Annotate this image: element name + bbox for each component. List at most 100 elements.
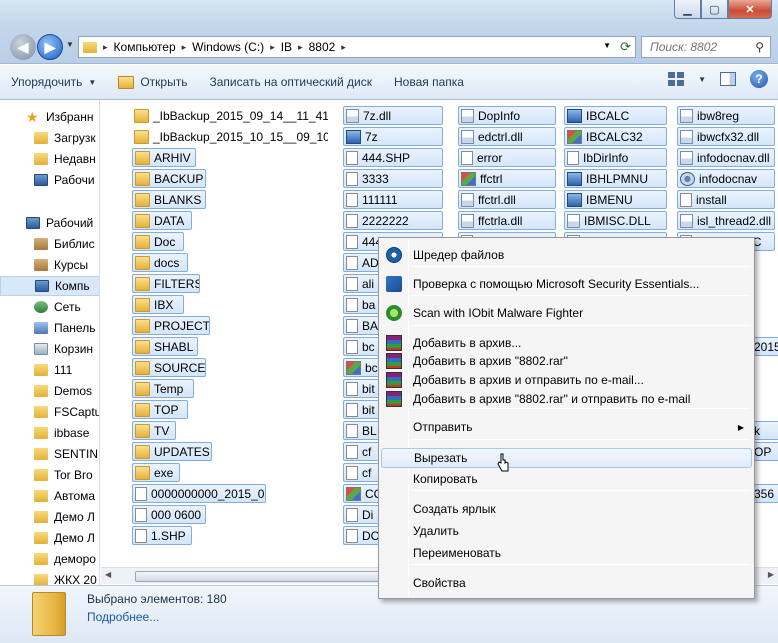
file-item[interactable]: IBCALC32 xyxy=(564,127,667,146)
context-menu-item[interactable]: Добавить в архив и отправить по e-mail..… xyxy=(381,370,752,390)
file-item[interactable]: 444.SHP xyxy=(343,148,443,167)
search-icon[interactable]: ⚲ xyxy=(755,40,764,54)
file-item[interactable]: isl_thread2.dll xyxy=(677,211,775,230)
file-item[interactable]: _IbBackup_2015_10_15__09_10_28 xyxy=(132,127,328,146)
file-item[interactable]: IBCALC xyxy=(564,106,667,125)
nav-item[interactable]: Рабочий xyxy=(0,213,99,233)
file-item[interactable]: ARHIV xyxy=(132,148,196,167)
nav-item[interactable]: деморо xyxy=(0,549,99,569)
file-item[interactable]: ffctrl.dll xyxy=(458,190,556,209)
breadcrumb-separator[interactable]: ▸ xyxy=(270,42,275,53)
file-item[interactable]: 2222222 xyxy=(343,211,443,230)
burn-button[interactable]: Записать на оптический диск xyxy=(198,69,383,95)
nav-item[interactable]: Корзин xyxy=(0,339,99,359)
file-item[interactable]: 111111 xyxy=(343,190,443,209)
file-item[interactable]: IBHLPMNU xyxy=(564,169,667,188)
context-menu-item[interactable]: Добавить в архив "8802.rar" xyxy=(381,351,752,371)
scroll-right-icon[interactable]: ▶ xyxy=(768,570,774,579)
back-button[interactable]: ◀ xyxy=(10,34,36,60)
nav-item[interactable]: FSCaptu xyxy=(0,402,99,422)
nav-item[interactable]: Demos xyxy=(0,381,99,401)
nav-item[interactable]: SENTIN xyxy=(0,444,99,464)
file-item[interactable]: docs xyxy=(132,253,188,272)
file-item[interactable]: IBX xyxy=(132,295,184,314)
file-item[interactable]: Temp xyxy=(132,379,194,398)
context-menu-item[interactable]: Проверка с помощью Microsoft Security Es… xyxy=(381,274,752,294)
nav-item[interactable]: Недавн xyxy=(0,149,99,169)
breadcrumb-computer[interactable]: Компьютер xyxy=(114,40,176,54)
file-item[interactable]: UPDATES xyxy=(132,442,212,461)
organize-button[interactable]: Упорядочить ▼ xyxy=(0,69,107,95)
nav-item[interactable]: 111 xyxy=(0,360,99,380)
nav-item[interactable]: ЖКХ 20 xyxy=(0,570,99,585)
context-menu-item[interactable]: Scan with IObit Malware Fighter xyxy=(381,303,752,323)
forward-button[interactable]: ▶ xyxy=(37,34,63,60)
file-item[interactable]: BACKUP xyxy=(132,169,206,188)
context-menu-item[interactable]: Добавить в архив "8802.rar" и отправить … xyxy=(381,389,752,409)
help-icon[interactable]: ? xyxy=(750,70,768,88)
file-item[interactable]: 2015 xyxy=(751,337,778,356)
file-item[interactable]: SOURCE xyxy=(132,358,206,377)
file-item[interactable]: install xyxy=(677,190,775,209)
new-folder-button[interactable]: Новая папка xyxy=(383,69,475,95)
file-item[interactable]: 7z.dll xyxy=(343,106,443,125)
nav-item[interactable]: ★ Избранн xyxy=(0,107,99,127)
file-item[interactable]: _IbBackup_2015_09_14__11_41_36 xyxy=(132,106,328,125)
file-item[interactable]: FILTERS xyxy=(132,274,200,293)
nav-item[interactable]: ibbase xyxy=(0,423,99,443)
minimize-button[interactable]: ▁ xyxy=(674,0,701,19)
file-item[interactable]: PROJECT xyxy=(132,316,210,335)
address-bar[interactable]: ▸ Компьютер ▸ Windows (C:) ▸ IB ▸ 8802 ▸… xyxy=(78,36,636,58)
context-menu-item[interactable]: Вырезать xyxy=(381,448,752,468)
file-item[interactable]: IbDirInfo xyxy=(564,148,667,167)
nav-item[interactable]: Панель xyxy=(0,318,99,338)
file-item[interactable]: ffctrl xyxy=(458,169,556,188)
breadcrumb-separator[interactable]: ▸ xyxy=(103,42,108,53)
file-item[interactable]: SHABL xyxy=(132,337,198,356)
nav-item[interactable]: Демо Л xyxy=(0,507,99,527)
breadcrumb-8802[interactable]: 8802 xyxy=(309,40,336,54)
file-item[interactable]: exe xyxy=(132,463,180,482)
file-item[interactable]: infodocnav xyxy=(677,169,775,188)
refresh-icon[interactable]: ⟳ xyxy=(620,39,631,55)
open-button[interactable]: Открыть xyxy=(107,69,198,95)
search-box[interactable]: ⚲ xyxy=(641,36,771,58)
breadcrumb-separator[interactable]: ▸ xyxy=(182,42,187,53)
file-item[interactable]: OP xyxy=(751,442,778,461)
nav-item[interactable]: Рабочи xyxy=(0,170,99,190)
file-item[interactable]: TV xyxy=(132,421,176,440)
file-item[interactable]: 356 xyxy=(751,484,778,503)
close-button[interactable]: ✕ xyxy=(728,0,772,19)
file-item[interactable]: ffctrla.dll xyxy=(458,211,556,230)
context-menu-item[interactable]: Создать ярлык xyxy=(381,499,752,519)
nav-item[interactable]: Компь xyxy=(0,276,99,296)
file-item[interactable]: 000 0600 xyxy=(132,505,206,524)
address-dropdown-icon[interactable]: ▼ xyxy=(603,41,611,50)
breadcrumb-ib[interactable]: IB xyxy=(281,40,292,54)
view-options-icon[interactable] xyxy=(668,72,685,86)
breadcrumb-separator[interactable]: ▸ xyxy=(298,42,303,53)
context-menu-item[interactable]: Шредер файлов xyxy=(381,245,752,265)
file-item[interactable]: 1.SHP xyxy=(132,526,192,545)
file-item[interactable]: edctrl.dll xyxy=(458,127,556,146)
context-menu-item[interactable]: Переименовать xyxy=(381,543,752,563)
context-menu-item[interactable]: Отправить ▶ xyxy=(381,417,752,437)
nav-item[interactable]: Автома xyxy=(0,486,99,506)
context-menu-item[interactable]: Удалить xyxy=(381,521,752,541)
nav-item[interactable]: Библис xyxy=(0,234,99,254)
preview-pane-icon[interactable] xyxy=(720,72,736,86)
more-details-link[interactable]: Подробнее... xyxy=(87,610,159,624)
nav-item[interactable]: Сеть xyxy=(0,297,99,317)
file-item[interactable]: BLANKS xyxy=(132,190,206,209)
file-item[interactable]: k xyxy=(751,421,778,440)
search-input[interactable] xyxy=(650,40,740,54)
context-menu-item[interactable]: Добавить в архив... xyxy=(381,333,752,353)
context-menu-item[interactable]: Свойства xyxy=(381,573,752,593)
file-item[interactable]: infodocnav.dll xyxy=(677,148,775,167)
breadcrumb-drive[interactable]: Windows (C:) xyxy=(192,40,264,54)
nav-item[interactable]: Демо Л xyxy=(0,528,99,548)
file-item[interactable]: IBMENU xyxy=(564,190,667,209)
file-item[interactable]: Doc xyxy=(132,232,184,251)
file-item[interactable]: IBMISC.DLL xyxy=(564,211,667,230)
file-item[interactable]: TOP xyxy=(132,400,188,419)
